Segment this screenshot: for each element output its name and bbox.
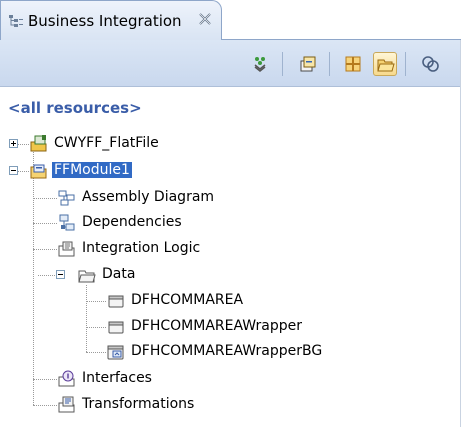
- link-editor-button[interactable]: [418, 52, 442, 76]
- tree-item-label: Interfaces: [82, 370, 152, 386]
- tree-item-label: Transformations: [82, 396, 195, 412]
- tree-connector: [33, 379, 57, 380]
- tree-connector: [17, 171, 29, 172]
- tree-item-label: DFHCOMMAREAWrapper: [131, 318, 302, 334]
- tree-item-ffmodule1[interactable]: FFModule1: [30, 160, 190, 182]
- show-categories-button[interactable]: [249, 52, 273, 76]
- assembly-diagram-icon: [58, 189, 76, 207]
- interfaces-icon: [58, 370, 76, 388]
- filter-icon: [345, 56, 361, 72]
- tree-connector: [33, 405, 57, 406]
- library-icon: [30, 135, 48, 153]
- business-object-icon: [107, 318, 125, 336]
- toolbar-separator: [405, 52, 406, 76]
- tree-item-integration-logic[interactable]: Integration Logic: [58, 238, 258, 260]
- business-graph-icon: [107, 343, 125, 361]
- toolbar-separator: [329, 52, 330, 76]
- tree-item-label: DFHCOMMAREAWrapperBG: [131, 343, 323, 359]
- tree-item-dfhcommareawrapperbg[interactable]: DFHCOMMAREAWrapperBG: [107, 341, 357, 363]
- collapse-all-icon: [300, 56, 316, 72]
- integration-logic-icon: [58, 240, 76, 258]
- tree-item-data[interactable]: Data: [78, 264, 198, 286]
- collapse-toggle[interactable]: [9, 166, 18, 175]
- tree-item-dependencies[interactable]: Dependencies: [58, 212, 258, 234]
- tree-item-dfhcommareawrapper[interactable]: DFHCOMMAREAWrapper: [107, 316, 337, 338]
- tree-item-label: CWYFF_FlatFile: [54, 135, 159, 151]
- business-integration-view-icon: [8, 13, 24, 29]
- tree-connector: [86, 285, 87, 352]
- tree-connector: [86, 352, 106, 353]
- show-categories-icon: [254, 57, 266, 72]
- tree-item-cwyff-flatfile[interactable]: CWYFF_FlatFile: [30, 133, 210, 155]
- tree-item-label: Integration Logic: [82, 240, 201, 256]
- view-tab-strip: Business Integration: [0, 0, 461, 40]
- tree-item-transformations[interactable]: Transformations: [58, 394, 238, 416]
- close-icon[interactable]: [197, 11, 213, 27]
- tree-connector: [33, 249, 57, 250]
- tree-item-label: DFHCOMMAREA: [131, 292, 244, 308]
- tree-panel: <all resources> CWYFF_FlatFile FFModule1…: [0, 87, 461, 427]
- view-toolbar: [0, 40, 461, 87]
- open-folder-icon: [377, 59, 395, 72]
- business-object-icon: [107, 292, 125, 310]
- tab-business-integration[interactable]: Business Integration: [0, 0, 222, 40]
- link-editor-icon: [422, 56, 439, 72]
- module-icon: [30, 162, 48, 180]
- collapse-toggle[interactable]: [56, 270, 65, 279]
- filter-button[interactable]: [341, 52, 365, 76]
- tab-title: Business Integration: [28, 12, 182, 30]
- tree-connector: [33, 223, 57, 224]
- tree-connector: [33, 147, 34, 385]
- tree-connector: [17, 144, 29, 145]
- project-tree: CWYFF_FlatFile FFModule1 Assembly Diagra…: [0, 87, 461, 427]
- open-folder-button[interactable]: [373, 52, 397, 76]
- tree-connector: [33, 379, 34, 405]
- dependencies-icon: [58, 214, 76, 232]
- tree-item-label: Assembly Diagram: [82, 189, 215, 205]
- toolbar-separator: [282, 52, 283, 76]
- tree-item-dfhcommarea[interactable]: DFHCOMMAREA: [107, 290, 307, 312]
- tree-connector: [86, 327, 106, 328]
- tree-connector: [86, 301, 106, 302]
- tree-item-label: Data: [102, 266, 136, 282]
- transformations-icon: [58, 396, 76, 414]
- tree-item-interfaces[interactable]: Interfaces: [58, 368, 218, 390]
- tree-connector: [33, 198, 57, 199]
- data-folder-icon: [78, 266, 96, 284]
- tree-item-assembly-diagram[interactable]: Assembly Diagram: [58, 187, 258, 209]
- tree-item-label: Dependencies: [82, 214, 182, 230]
- collapse-all-button[interactable]: [296, 52, 320, 76]
- tree-item-label: FFModule1: [52, 162, 132, 178]
- expand-toggle[interactable]: [9, 139, 18, 148]
- tree-connector: [38, 275, 57, 276]
